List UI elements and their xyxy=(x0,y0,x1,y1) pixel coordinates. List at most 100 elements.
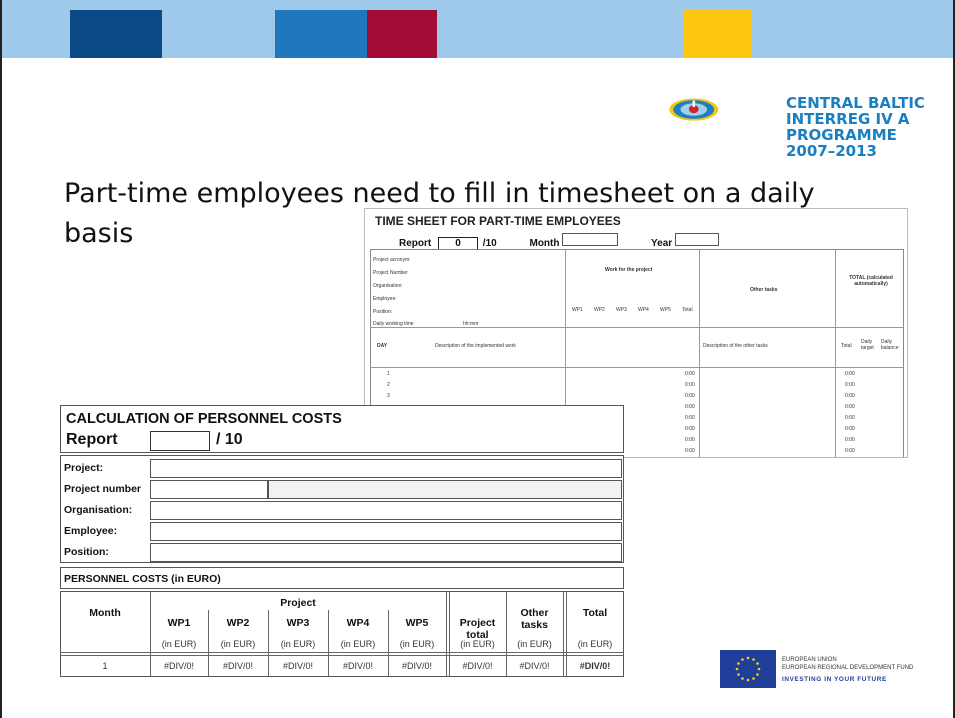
calc-cell-wp5: #DIV/0! xyxy=(401,661,432,671)
calc-input-employee[interactable] xyxy=(150,522,622,541)
ts-total-header: TOTAL (calculated automatically) xyxy=(849,275,893,287)
ts-wp5: WP5 xyxy=(660,307,671,313)
calculation-image: CALCULATION OF PERSONNEL COSTS Report / … xyxy=(60,405,624,677)
ts-zero-1: 0:00 xyxy=(685,371,695,377)
ts-right-balance: Daily balance xyxy=(881,339,899,351)
calc-row-month: 1 xyxy=(102,661,108,671)
calc-report-label: Report xyxy=(66,431,118,448)
ts-rtotal-2: 0:00 xyxy=(845,382,855,388)
ts-report-label: Report xyxy=(399,238,432,249)
calc-wp3-header: WP3 xyxy=(286,617,310,629)
calc-input-project-number-extra xyxy=(268,480,622,499)
calc-other-tasks-header: Other tasks xyxy=(520,607,549,631)
bar-segment-mid-blue xyxy=(275,10,367,58)
bar-segment-crimson xyxy=(367,10,437,58)
ts-day-1: 1 xyxy=(387,371,390,377)
ts-zero-5: 0:00 xyxy=(685,415,695,421)
top-color-bar xyxy=(2,0,953,58)
calc-cell-wp1: #DIV/0! xyxy=(163,661,194,671)
central-baltic-logo-icon xyxy=(669,98,719,121)
ts-work-header: Work for the project xyxy=(605,267,653,273)
ts-zero-7: 0:00 xyxy=(685,437,695,443)
ts-year-box xyxy=(674,233,719,246)
calc-title: CALCULATION OF PERSONNEL COSTS xyxy=(66,411,342,427)
eu-text: EUROPEAN UNION EUROPEAN REGIONAL DEVELOP… xyxy=(782,656,913,684)
logo-text: CENTRAL BALTIC INTERREG IV A PROGRAMME 2… xyxy=(786,95,925,159)
ts-year-label: Year xyxy=(651,238,673,249)
calc-field-employee: Employee: xyxy=(64,525,118,537)
ts-field-employee: Employee: xyxy=(373,296,397,302)
eu-line-1: EUROPEAN UNION xyxy=(782,657,837,663)
calc-cell-wp3: #DIV/0! xyxy=(282,661,313,671)
logo-line-3: PROGRAMME xyxy=(786,126,897,144)
calc-unit: (in EUR) xyxy=(220,639,256,649)
ts-field-project-number: Project Number xyxy=(373,270,408,276)
ts-wp3: WP3 xyxy=(616,307,627,313)
eu-line-2: EUROPEAN REGIONAL DEVELOPMENT FUND xyxy=(782,665,914,671)
ts-field-organisation: Organisation: xyxy=(373,283,403,289)
calc-input-organisation[interactable] xyxy=(150,501,622,520)
calc-section-title: PERSONNEL COSTS (in EURO) xyxy=(64,573,221,585)
calc-input-project[interactable] xyxy=(150,459,622,478)
ts-field-project-acronym: Project acronym: xyxy=(373,257,411,263)
ts-other-tasks: Other tasks xyxy=(750,287,778,293)
calc-unit: (in EUR) xyxy=(460,639,495,649)
calc-field-project: Project: xyxy=(64,462,104,474)
ts-wp1: WP1 xyxy=(572,307,583,313)
ts-month-label: Month xyxy=(529,238,560,249)
calc-project-header: Project xyxy=(280,597,316,609)
calc-unit: (in EUR) xyxy=(399,639,435,649)
eu-line-3: INVESTING IN YOUR FUTURE xyxy=(782,676,887,683)
ts-vline xyxy=(699,249,700,457)
ts-zero-8: 0:00 xyxy=(685,448,695,454)
ts-right-total: Total xyxy=(841,343,852,349)
ts-report-suffix: /10 xyxy=(482,238,497,249)
calc-wp2-header: WP2 xyxy=(226,617,250,629)
ts-field-position: Position: xyxy=(373,309,393,315)
logo-line-4: 2007–2013 xyxy=(786,142,877,160)
bar-segment-dark-blue xyxy=(70,10,162,58)
calc-report-suffix: / 10 xyxy=(216,431,243,448)
ts-rtotal-3: 0:00 xyxy=(845,393,855,399)
ts-other-desc: Description of the other tasks xyxy=(703,343,768,349)
ts-zero-6: 0:00 xyxy=(685,426,695,432)
calc-total-header: Total xyxy=(582,607,608,619)
calc-field-position: Position: xyxy=(64,546,109,558)
logo-line-1: CENTRAL BALTIC xyxy=(786,94,925,112)
ts-day-2: 2 xyxy=(387,382,390,388)
calc-cell-wp4: #DIV/0! xyxy=(342,661,373,671)
ts-rtotal-1: 0:00 xyxy=(845,371,855,377)
calc-col-sep xyxy=(563,591,564,677)
ts-month-box xyxy=(562,233,619,246)
calc-row-sep xyxy=(60,652,624,653)
calc-month-header: Month xyxy=(89,607,121,619)
slide: CENTRAL BALTIC INTERREG IV A PROGRAMME 2… xyxy=(0,0,955,718)
ts-rtotal-4: 0:00 xyxy=(845,404,855,410)
ts-rtotal-5: 0:00 xyxy=(845,415,855,421)
calc-col-sep xyxy=(446,591,447,677)
calc-unit: (in EUR) xyxy=(161,639,197,649)
ts-desc-label: Description of the implemented work xyxy=(435,343,516,349)
calc-field-project-number: Project number xyxy=(64,483,142,495)
ts-field-daily-working-time: Daily working time xyxy=(373,321,414,327)
ts-vline xyxy=(835,249,836,457)
ts-zero-4: 0:00 xyxy=(685,404,695,410)
timesheet-report-row: Report 0 /10 Month Year xyxy=(399,233,719,250)
calc-wp4-header: WP4 xyxy=(346,617,370,629)
calc-wp5-header: WP5 xyxy=(405,617,429,629)
calc-unit: (in EUR) xyxy=(340,639,376,649)
ts-hhmm: hh:mm xyxy=(463,321,479,327)
timesheet-title: TIME SHEET FOR PART-TIME EMPLOYEES xyxy=(375,214,621,228)
calc-input-position[interactable] xyxy=(150,543,622,562)
ts-rtotal-7: 0:00 xyxy=(845,437,855,443)
calc-wp1-header: WP1 xyxy=(167,617,191,629)
ts-wp2: WP2 xyxy=(594,307,605,313)
ts-hline xyxy=(370,327,904,328)
calc-cell-project-total: #DIV/0! xyxy=(462,661,493,671)
ts-rtotal-8: 0:00 xyxy=(845,448,855,454)
calc-input-project-number[interactable] xyxy=(150,480,268,499)
ts-day-label: DAY xyxy=(377,343,388,349)
calc-field-organisation: Organisation: xyxy=(64,504,133,516)
calc-cell-wp2: #DIV/0! xyxy=(222,661,253,671)
calc-unit: (in EUR) xyxy=(517,639,552,649)
